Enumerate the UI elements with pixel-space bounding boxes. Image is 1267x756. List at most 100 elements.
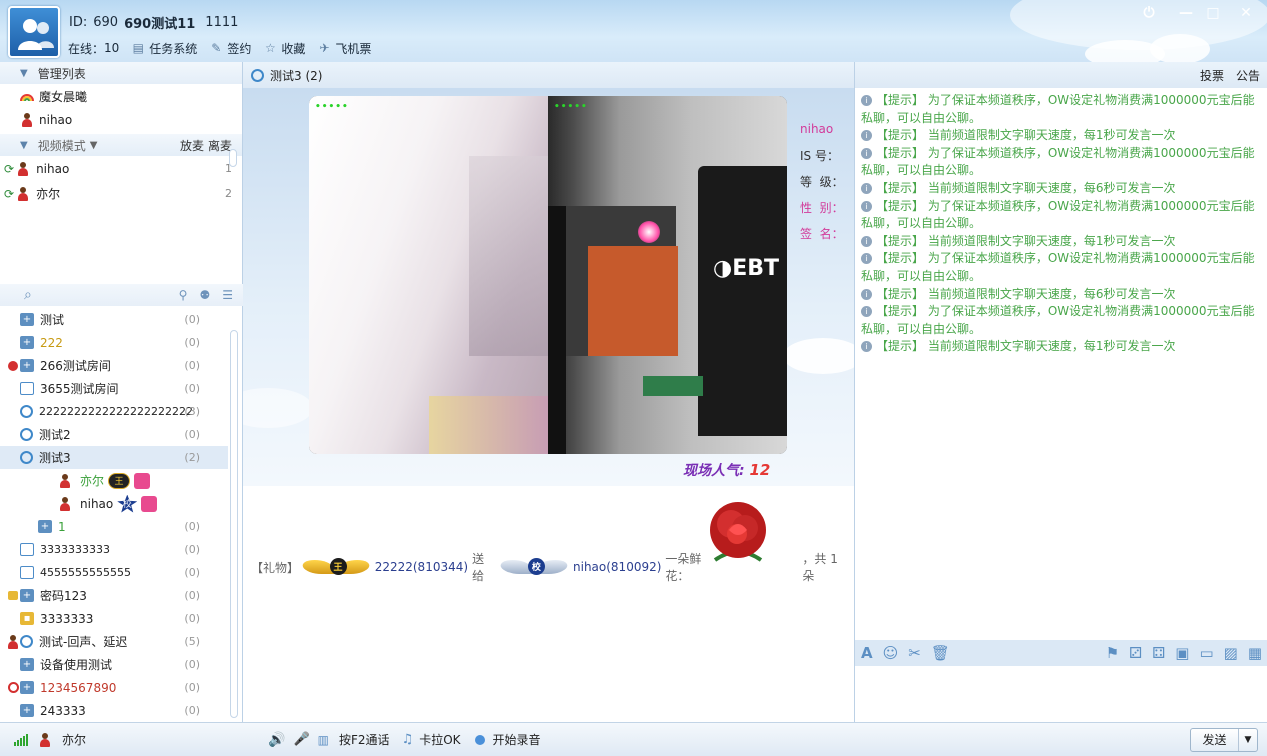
- room-item[interactable]: 3655测试房间 (0): [0, 377, 228, 400]
- gift-receiver[interactable]: nihao(810092): [573, 560, 661, 574]
- add-user-icon[interactable]: ⚉: [199, 288, 210, 302]
- push-to-talk-label[interactable]: 按F2通话: [339, 731, 390, 748]
- room-item[interactable]: 测试-回声、延迟 (5): [0, 630, 228, 653]
- info-icon: i: [861, 235, 872, 247]
- message-text: 【提示】 为了保证本频道秩序，OW设定礼物消费满1000000元宝后能私聊，可以…: [861, 304, 1255, 336]
- admin-item[interactable]: 魔女晨曦: [0, 84, 242, 108]
- mic-queue-item[interactable]: ⟳ 亦尔 2: [0, 181, 242, 206]
- room-count: (0): [184, 313, 200, 326]
- maximize-button[interactable]: □: [1201, 4, 1225, 22]
- user-icon: [58, 473, 72, 488]
- music-note-icon: ♫: [401, 732, 414, 747]
- plus-box-icon: +: [20, 336, 34, 349]
- gift-sender[interactable]: 22222(810344): [375, 560, 468, 574]
- room-name: 1: [58, 519, 66, 534]
- room-member[interactable]: nihao 校: [0, 492, 228, 515]
- plus-box-icon: +: [20, 359, 34, 372]
- admin-item[interactable]: nihao: [0, 108, 242, 132]
- gift-box-icon[interactable]: ⚃: [1152, 644, 1165, 662]
- room-item[interactable]: +1234567890 (0): [0, 676, 228, 699]
- system-message: i 【提示】 当前频道限制文字聊天速度，每1秒可发言一次: [861, 127, 1263, 145]
- user-icon: [16, 186, 30, 201]
- sub-room-item[interactable]: +1 (0): [0, 515, 228, 538]
- dropdown-arrow-icon[interactable]: ▼: [90, 140, 98, 151]
- system-message: i 【提示】 为了保证本频道秩序，OW设定礼物消费满1000000元宝后能私聊，可…: [861, 92, 1263, 127]
- room-item[interactable]: 3333333333 (0): [0, 538, 228, 561]
- send-label[interactable]: 发送: [1191, 729, 1239, 751]
- room-item[interactable]: + 密码123 (0): [0, 584, 228, 607]
- room-count: (0): [184, 543, 200, 556]
- admin-name: 魔女晨曦: [39, 89, 88, 104]
- user-icon: [6, 635, 20, 652]
- gift-badge-icon: [141, 495, 158, 512]
- video-mode-header[interactable]: ▼ 视频模式 ▼ 放麦 离麦: [0, 134, 242, 156]
- favorite-button[interactable]: ☆ 收藏: [263, 40, 305, 57]
- room-item-selected[interactable]: 测试3 (2): [0, 446, 228, 469]
- room-count: (0): [184, 520, 200, 533]
- plane-ticket-button[interactable]: ✈ 飞机票: [317, 40, 371, 57]
- dropdown-arrow-icon[interactable]: ▼: [1239, 735, 1257, 745]
- emoji-icon[interactable]: ☺: [883, 644, 899, 662]
- image-icon[interactable]: ▨: [1224, 644, 1238, 662]
- scissors-icon[interactable]: ✂: [908, 644, 921, 662]
- room-item[interactable]: 2222222222222222222222 (3): [0, 400, 228, 423]
- room-item[interactable]: +222 (0): [0, 331, 228, 354]
- user-avatar[interactable]: [8, 6, 60, 58]
- send-button[interactable]: 发送 ▼: [1190, 728, 1258, 752]
- king-wings-badge-icon: 王: [299, 557, 372, 577]
- room-item[interactable]: 4555555555555 (0): [0, 561, 228, 584]
- mic-queue-item[interactable]: ⟳ nihao 1: [0, 156, 242, 181]
- chat-messages: i 【提示】 为了保证本频道秩序，OW设定礼物消费满1000000元宝后能私聊，可…: [861, 92, 1263, 356]
- karaoke-button[interactable]: 卡拉OK: [419, 731, 460, 748]
- video-stream-right[interactable]: ◑EBT •••••: [548, 96, 787, 454]
- message-text: 【提示】 为了保证本频道秩序，OW设定礼物消费满1000000元宝后能私聊，可以…: [861, 251, 1255, 283]
- speech-bubble-icon[interactable]: ▭: [1199, 644, 1213, 662]
- speaker-icon[interactable]: 🔊: [268, 732, 285, 748]
- webcam-icon: [20, 405, 33, 418]
- room-name: 222: [40, 335, 63, 350]
- announcement-tab[interactable]: 公告: [1236, 67, 1260, 84]
- task-system-label: 任务系统: [149, 41, 198, 56]
- trash-icon[interactable]: 🗑: [931, 644, 950, 662]
- lock-box-icon: ▪: [20, 612, 34, 625]
- room-item[interactable]: 测试2 (0): [0, 423, 228, 446]
- room-member[interactable]: 亦尔 王: [0, 469, 228, 492]
- start-recording-button[interactable]: 开始录音: [493, 731, 541, 748]
- admin-list-header[interactable]: ▼ 管理列表: [0, 62, 242, 84]
- room-item[interactable]: +243333 (0): [0, 699, 228, 722]
- pin-icon[interactable]: ⚑: [1106, 644, 1119, 662]
- mic-on-button[interactable]: 放麦: [180, 137, 204, 154]
- location-pin-icon[interactable]: ⚲: [179, 288, 188, 302]
- admin-list-scrollbar[interactable]: [229, 149, 237, 167]
- search-icon[interactable]: ⌕: [24, 287, 32, 303]
- vote-tab[interactable]: 投票: [1200, 67, 1224, 84]
- plus-box-icon: +: [20, 313, 34, 326]
- room-name: 243333: [40, 703, 86, 718]
- close-button[interactable]: ✕: [1234, 4, 1258, 22]
- minimize-button[interactable]: —: [1174, 4, 1198, 22]
- card-icon[interactable]: ▣: [1175, 644, 1189, 662]
- message-text: 【提示】 为了保证本频道秩序，OW设定礼物消费满1000000元宝后能私聊，可以…: [861, 198, 1255, 231]
- video-icon: [20, 382, 34, 395]
- grid-icon[interactable]: ▦: [1248, 644, 1262, 662]
- room-tree-scrollbar[interactable]: [230, 330, 238, 718]
- room-item[interactable]: + 设备使用测试 (0): [0, 653, 228, 676]
- sign-in-button[interactable]: ✎ 签约: [209, 40, 251, 57]
- video-stream-left[interactable]: •••••: [309, 96, 548, 454]
- list-icon[interactable]: ☰: [222, 288, 233, 302]
- power-button[interactable]: ⏻: [1137, 4, 1161, 22]
- popularity-counter: 现场人气: 12: [683, 460, 770, 480]
- room-item[interactable]: ▪ 3333333 (0): [0, 607, 228, 630]
- microphone-icon[interactable]: 🎤: [293, 732, 309, 747]
- chevron-down-icon: ▼: [20, 67, 28, 79]
- mic-queue-name: nihao: [36, 161, 70, 176]
- gift-icon[interactable]: ⚂: [1129, 644, 1142, 662]
- equalizer-icon[interactable]: ▥: [318, 733, 329, 747]
- room-item[interactable]: +266测试房间 (0): [0, 354, 228, 377]
- room-count: (0): [184, 382, 200, 395]
- room-item[interactable]: + 测试 (0): [0, 308, 228, 331]
- task-system-button[interactable]: ▤ 任务系统: [131, 40, 198, 57]
- font-icon[interactable]: A: [861, 644, 873, 662]
- signal-strength-icon: [14, 733, 28, 746]
- room-name: 测试-回声、延迟: [39, 635, 128, 649]
